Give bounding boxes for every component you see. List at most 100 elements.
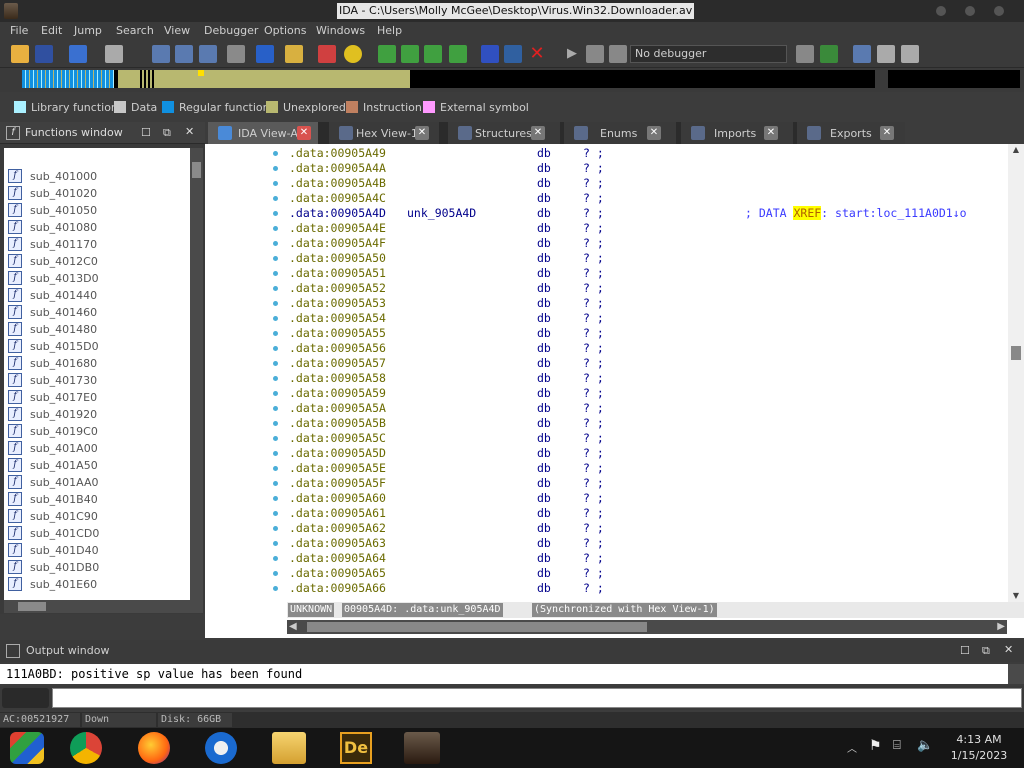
menu-debugger[interactable]: Debugger (204, 24, 258, 37)
window-layout-icon[interactable] (853, 45, 871, 63)
menu-edit[interactable]: Edit (41, 24, 62, 37)
tab-hex-view[interactable]: Hex View-1 ✕ (329, 122, 439, 144)
add-function-icon[interactable] (424, 45, 442, 63)
chrome-icon[interactable] (70, 732, 102, 764)
function-row[interactable]: f sub_401AA0 (4, 474, 190, 491)
disassembly-line[interactable]: .data:00905A5B db ? ; (289, 416, 604, 431)
function-row[interactable]: f sub_401460 (4, 304, 190, 321)
xref-comment[interactable]: ; DATA XREF: start:loc_111A0D1↓o (745, 206, 967, 221)
menu-jump[interactable]: Jump (74, 24, 102, 37)
disassembly-line[interactable]: .data:00905A4D unk_905A4D db ? ; ; DATA XREF… (289, 206, 967, 221)
disassembly-line[interactable]: .data:00905A58 db ? ; (289, 371, 604, 386)
float-icon[interactable]: ⧉ (982, 644, 990, 658)
save-icon[interactable] (35, 45, 53, 63)
disassembly-line[interactable]: .data:00905A64 db ? ; (289, 551, 604, 566)
function-row[interactable]: f sub_401A50 (4, 457, 190, 474)
disassembly-line[interactable]: .data:00905A4F db ? ; (289, 236, 604, 251)
disassembly-listing[interactable]: .data:00905A49 db? ; .data:00905A4A db? ; .d… (287, 144, 1007, 602)
disassembly-line[interactable]: .data:00905A49 db ? ; (289, 146, 604, 161)
disassembly-line[interactable]: .data:00905A60 db ? ; (289, 491, 604, 506)
stop-icon[interactable] (609, 45, 627, 63)
file-explorer-icon[interactable] (272, 732, 306, 764)
delete-icon[interactable]: ✕ (528, 45, 546, 63)
cross-ref-icon[interactable] (481, 45, 499, 63)
menu-help[interactable]: Help (377, 24, 402, 37)
functions-list[interactable]: f sub_401000 f sub_401020 f sub_401050 f sub… (4, 148, 190, 600)
start-icon[interactable] (10, 732, 44, 764)
debugger-select[interactable]: No debugger (630, 45, 787, 63)
disassembly-line[interactable]: .data:00905A5E db ? ; (289, 461, 604, 476)
disassembly-line[interactable]: .data:00905A5C db ? ; (289, 431, 604, 446)
function-row[interactable]: f sub_401480 (4, 321, 190, 338)
command-input[interactable] (52, 688, 1022, 708)
functions-horizontal-scrollbar[interactable] (4, 600, 203, 613)
close-icon[interactable]: ✕ (647, 126, 661, 140)
function-row[interactable]: f sub_401440 (4, 287, 190, 304)
debug-options-icon[interactable] (796, 45, 814, 63)
maximize-button[interactable] (965, 6, 975, 16)
play-icon[interactable]: ▶ (563, 45, 581, 63)
function-row[interactable]: f sub_4019C0 (4, 423, 190, 440)
disassembly-line[interactable]: .data:00905A56 db ? ; (289, 341, 604, 356)
search-text-icon[interactable] (175, 45, 193, 63)
menu-search[interactable]: Search (116, 24, 154, 37)
menu-file[interactable]: File (10, 24, 28, 37)
function-row[interactable]: f sub_4012C0 (4, 253, 190, 270)
disassembly-line[interactable]: .data:00905A5D db ? ; (289, 446, 604, 461)
menu-windows[interactable]: Windows (316, 24, 365, 37)
tab-ida-view-a[interactable]: IDA View-A ✕ (208, 122, 318, 144)
add-data-icon[interactable] (401, 45, 419, 63)
add-code-icon[interactable] (378, 45, 396, 63)
output-scrollbar[interactable] (1008, 664, 1024, 684)
refresh-icon[interactable] (820, 45, 838, 63)
close-button[interactable] (994, 6, 1004, 16)
patch-icon[interactable] (227, 45, 245, 63)
disassembly-line[interactable]: .data:00905A4E db ? ; (289, 221, 604, 236)
open-folder-icon[interactable] (11, 45, 29, 63)
tab-exports[interactable]: Exports ✕ (797, 122, 905, 144)
float-icon[interactable]: ⧉ (163, 126, 171, 140)
function-row[interactable]: f sub_401A00 (4, 440, 190, 457)
plugin-icon[interactable] (877, 45, 895, 63)
down-arrow-icon[interactable] (256, 45, 274, 63)
disassembly-line[interactable]: .data:00905A4C db ? ; (289, 191, 604, 206)
disassembly-line[interactable]: .data:00905A57 db ? ; (289, 356, 604, 371)
clock[interactable]: 4:13 AM 1/15/2023 (938, 732, 1020, 764)
pause-icon[interactable] (586, 45, 604, 63)
close-icon[interactable]: ✕ (185, 125, 194, 138)
functions-vertical-scrollbar[interactable] (190, 148, 203, 600)
function-row[interactable]: f sub_401170 (4, 236, 190, 253)
function-row[interactable]: f sub_401730 (4, 372, 190, 389)
forward-arrow-icon[interactable] (105, 45, 123, 63)
function-row[interactable]: f sub_4017E0 (4, 389, 190, 406)
view-vertical-scrollbar[interactable]: ▲ ▼ (1008, 144, 1024, 602)
disassembly-line[interactable]: .data:00905A4A db ? ; (289, 161, 604, 176)
command-language-button[interactable] (2, 688, 49, 708)
function-row[interactable]: f sub_4013D0 (4, 270, 190, 287)
function-row[interactable]: f sub_401D40 (4, 542, 190, 559)
close-icon[interactable]: ✕ (764, 126, 778, 140)
disassembly-line[interactable]: .data:00905A54 db ? ; (289, 311, 604, 326)
function-row[interactable]: f sub_401020 (4, 185, 190, 202)
tools-icon[interactable] (901, 45, 919, 63)
line-label[interactable]: unk_905A4D (407, 206, 476, 221)
dreamweaver-icon[interactable]: De (340, 732, 372, 764)
firefox-icon[interactable] (138, 732, 170, 764)
time-icon[interactable] (344, 45, 362, 63)
tab-enums[interactable]: Enums ✕ (564, 122, 676, 144)
function-row[interactable]: f sub_401E60 (4, 576, 190, 593)
function-row[interactable]: f sub_401000 (4, 168, 190, 185)
function-row[interactable]: f sub_401080 (4, 219, 190, 236)
navigation-strip[interactable] (22, 70, 875, 88)
tab-structures[interactable]: Structures ✕ (448, 122, 560, 144)
edit-icon[interactable] (504, 45, 522, 63)
disassembly-line[interactable]: .data:00905A50 db ? ; (289, 251, 604, 266)
close-icon[interactable]: ✕ (297, 126, 311, 140)
disassembly-line[interactable]: .data:00905A62 db ? ; (289, 521, 604, 536)
tray-overflow-icon[interactable]: ︿ (847, 740, 857, 755)
close-icon[interactable]: ✕ (531, 126, 545, 140)
tab-imports[interactable]: Imports ✕ (681, 122, 793, 144)
function-row[interactable]: f sub_401CD0 (4, 525, 190, 542)
menu-view[interactable]: View (164, 24, 190, 37)
network-icon[interactable]: ⌸ (893, 738, 901, 753)
